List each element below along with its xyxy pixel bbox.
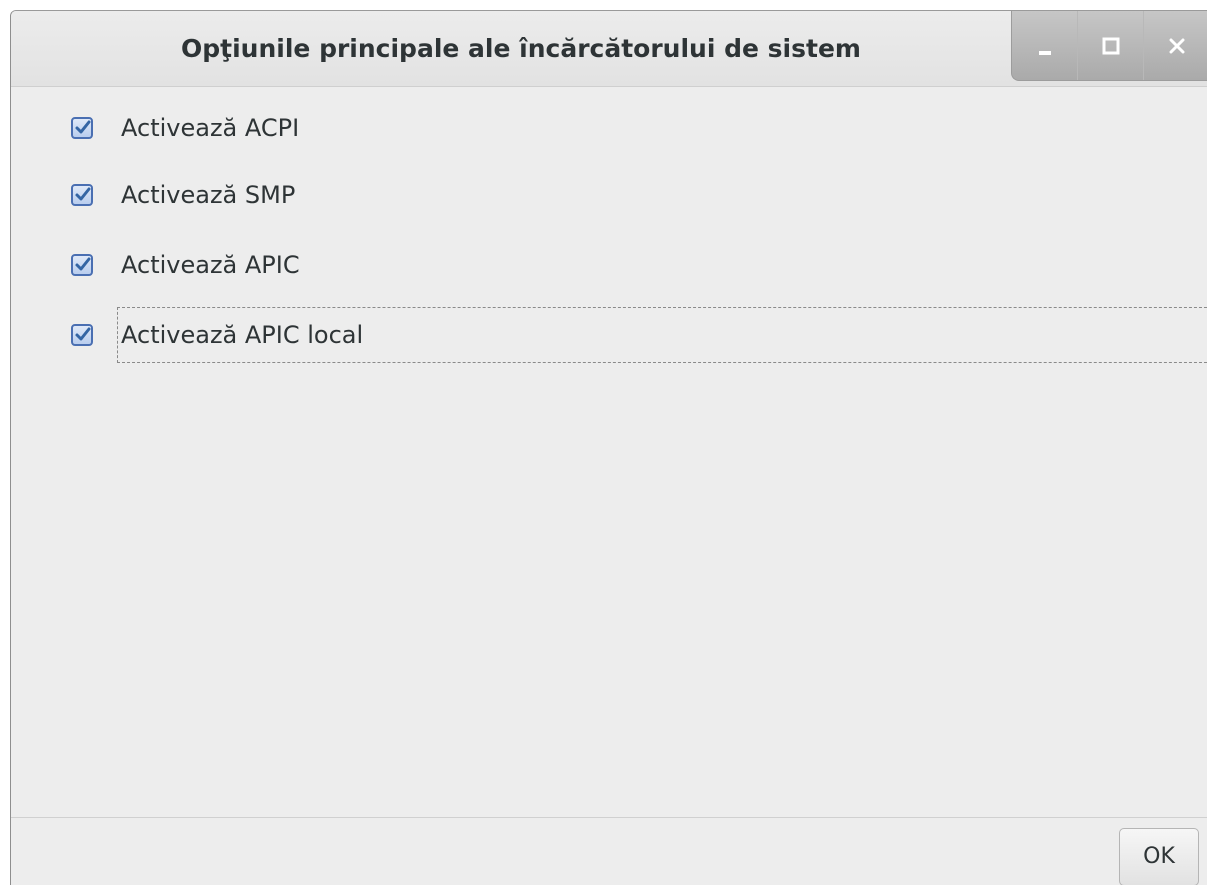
- close-button[interactable]: [1144, 11, 1207, 80]
- acpi-checkbox[interactable]: [71, 117, 93, 139]
- maximize-button[interactable]: [1078, 11, 1144, 80]
- checkmark-icon: [75, 257, 91, 271]
- local-apic-label[interactable]: Activează APIC local: [121, 309, 363, 361]
- options-panel: Activează ACPI Activează SMP Activează A…: [11, 87, 1207, 817]
- option-apic[interactable]: Activează APIC: [71, 239, 1207, 295]
- local-apic-checkbox[interactable]: [71, 324, 93, 346]
- close-icon: [1169, 38, 1185, 53]
- window-controls: [1011, 11, 1207, 81]
- option-local-apic[interactable]: Activează APIC local: [71, 307, 1207, 365]
- minimize-icon: [1038, 50, 1051, 55]
- apic-checkbox[interactable]: [71, 254, 93, 276]
- option-acpi[interactable]: Activează ACPI: [71, 102, 1207, 158]
- title-bar[interactable]: Opţiunile principale ale încărcătorului …: [11, 11, 1207, 87]
- smp-checkbox[interactable]: [71, 184, 93, 206]
- checkmark-icon: [75, 187, 91, 201]
- footer-separator: [11, 817, 1207, 818]
- minimize-button[interactable]: [1012, 11, 1078, 80]
- checkmark-icon: [75, 327, 91, 341]
- option-smp[interactable]: Activează SMP: [71, 169, 1207, 225]
- checkmark-icon: [75, 120, 91, 134]
- acpi-label[interactable]: Activează ACPI: [121, 102, 299, 154]
- maximize-icon: [1102, 37, 1119, 54]
- dialog-window: Opţiunile principale ale încărcătorului …: [10, 10, 1207, 885]
- smp-label[interactable]: Activează SMP: [121, 169, 295, 221]
- ok-button[interactable]: OK: [1119, 828, 1199, 885]
- window-title: Opţiunile principale ale încărcătorului …: [181, 34, 861, 63]
- apic-label[interactable]: Activează APIC: [121, 239, 300, 291]
